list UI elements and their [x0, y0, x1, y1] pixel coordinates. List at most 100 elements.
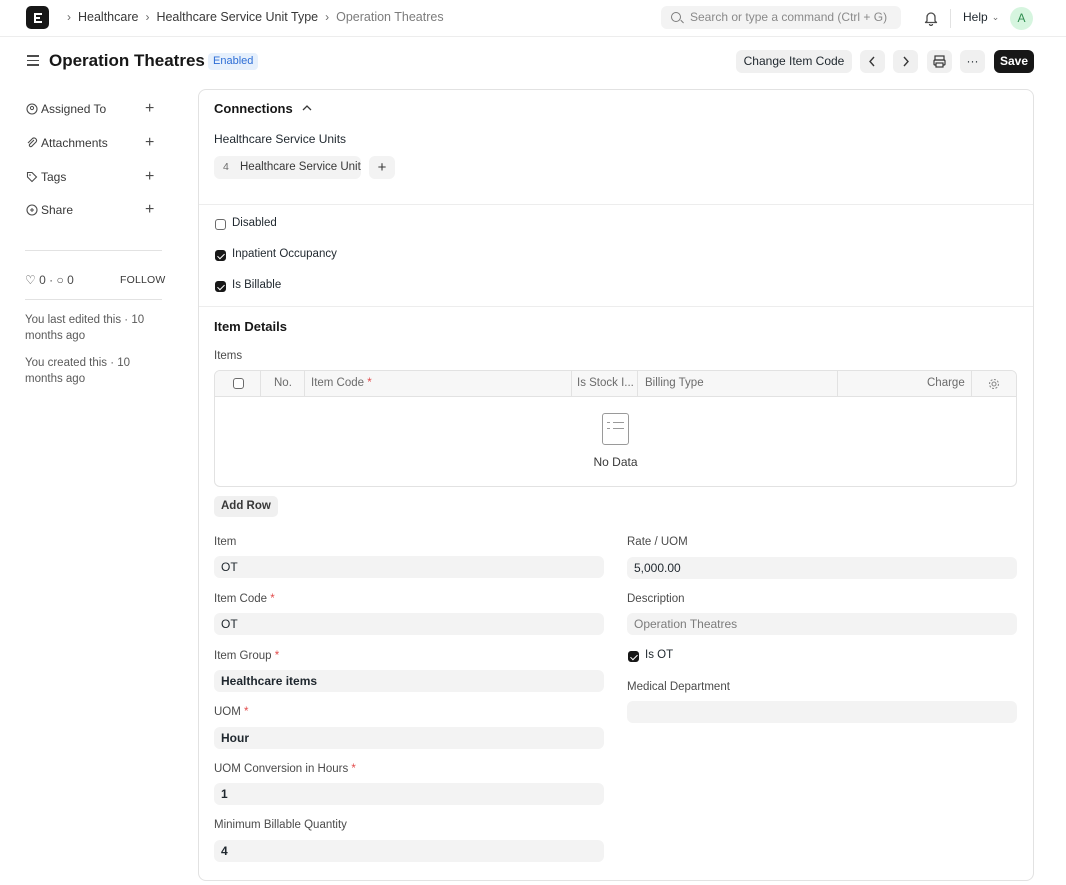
item-group-label-text: Item Group — [214, 650, 272, 662]
status-badge: Enabled — [208, 53, 259, 70]
required-marker: * — [267, 593, 275, 605]
share-icon — [26, 204, 38, 216]
is-billable-label: Is Billable — [232, 279, 282, 291]
sidebar-item-label: Attachments — [41, 136, 108, 150]
item-group-field[interactable]: Healthcare items — [214, 670, 604, 692]
search-icon — [671, 12, 681, 22]
add-connection-button[interactable]: + — [369, 156, 395, 179]
disabled-checkbox[interactable] — [215, 219, 226, 230]
column-header-item-code: Item Code * — [311, 377, 372, 389]
plus-icon[interactable]: + — [145, 100, 154, 118]
connections-title[interactable]: Connections — [214, 101, 314, 116]
description-label: Description — [627, 593, 685, 605]
disabled-label: Disabled — [232, 217, 277, 229]
more-actions-button[interactable]: ··· — [960, 50, 985, 73]
column-header-billing-type: Billing Type — [645, 377, 704, 389]
item-details-title: Item Details — [214, 319, 287, 334]
column-header-is-stock-item: Is Stock I... — [577, 377, 634, 389]
is-billable-checkbox[interactable] — [215, 281, 226, 292]
user-plus-icon — [26, 103, 38, 115]
uom-field[interactable]: Hour — [214, 727, 604, 749]
section-divider — [199, 306, 1033, 307]
is-ot-checkbox[interactable] — [628, 651, 639, 662]
last-edited-text: You last edited this · 10 months ago — [25, 314, 145, 342]
inpatient-occupancy-label: Inpatient Occupancy — [232, 248, 337, 260]
select-all-checkbox[interactable] — [233, 378, 244, 389]
uom-conversion-field[interactable]: 1 — [214, 783, 604, 805]
comments-count: 0 — [67, 273, 74, 287]
comment-icon[interactable]: ○ — [56, 273, 63, 287]
bell-icon[interactable] — [924, 10, 938, 26]
uom-label: UOM * — [214, 706, 249, 718]
navbar-divider — [950, 9, 951, 28]
items-table-label: Items — [214, 350, 243, 362]
required-marker: * — [364, 377, 372, 389]
app-logo[interactable] — [26, 6, 49, 29]
change-item-code-button[interactable]: Change Item Code — [736, 50, 852, 73]
heart-icon[interactable]: ♡ — [25, 273, 36, 287]
likes-count: 0 — [39, 273, 46, 287]
sidebar-item-share[interactable]: Share + — [25, 201, 165, 219]
follow-button[interactable]: FOLLOW — [120, 274, 166, 286]
healthcare-service-unit-link[interactable]: 4 Healthcare Service Unit — [214, 156, 361, 179]
column-divider — [571, 371, 572, 397]
print-button[interactable] — [927, 50, 952, 73]
sidebar-toggle-icon[interactable] — [27, 55, 39, 66]
add-row-button[interactable]: Add Row — [214, 496, 278, 517]
column-divider — [637, 371, 638, 397]
page-title: Operation Theatres — [49, 51, 205, 70]
top-navbar: › Healthcare › Healthcare Service Unit T… — [0, 0, 1066, 37]
items-table-header: No. Item Code * Is Stock I... Billing Ty… — [215, 371, 1016, 397]
column-divider — [837, 371, 838, 397]
uom-conversion-label-text: UOM Conversion in Hours — [214, 763, 349, 775]
printer-icon — [933, 55, 946, 68]
plus-icon: + — [377, 159, 387, 176]
min-billable-qty-field[interactable]: 4 — [214, 840, 604, 862]
chevron-right-icon: › — [325, 10, 330, 24]
item-code-field[interactable]: OT — [214, 613, 604, 635]
items-table: No. Item Code * Is Stock I... Billing Ty… — [214, 370, 1017, 487]
chevron-right-icon — [903, 56, 909, 67]
help-label: Help — [963, 10, 988, 24]
description-field[interactable]: Operation Theatres — [627, 613, 1017, 635]
column-divider — [304, 371, 305, 397]
connections-title-text: Connections — [214, 101, 293, 116]
column-divider — [971, 371, 972, 397]
tag-icon — [26, 171, 38, 183]
search-input[interactable]: Search or type a command (Ctrl + G) — [661, 6, 901, 29]
breadcrumb-current[interactable]: Operation Theatres — [336, 10, 443, 24]
inpatient-occupancy-checkbox[interactable] — [215, 250, 226, 261]
empty-list-icon — [602, 413, 629, 445]
breadcrumb-healthcare[interactable]: Healthcare — [78, 10, 138, 24]
sidebar-item-label: Assigned To — [41, 102, 107, 116]
avatar[interactable]: A — [1010, 7, 1033, 30]
breadcrumb-service-unit-type[interactable]: Healthcare Service Unit Type — [156, 10, 318, 24]
link-count: 4 — [223, 161, 229, 173]
item-code-label: Item Code * — [214, 593, 275, 605]
plus-icon[interactable]: + — [145, 168, 154, 186]
sidebar-item-tags[interactable]: Tags + — [25, 168, 165, 186]
required-marker: * — [240, 706, 249, 718]
column-header-item-code-text: Item Code — [311, 377, 365, 389]
save-button[interactable]: Save — [994, 50, 1034, 73]
sidebar-item-attachments[interactable]: Attachments + — [25, 134, 165, 152]
next-record-button[interactable] — [893, 50, 918, 73]
chevron-right-icon: › — [145, 10, 150, 24]
plus-icon[interactable]: + — [145, 201, 154, 219]
help-menu[interactable]: Help ⌄ — [963, 10, 999, 24]
no-data-text: No Data — [593, 455, 638, 469]
item-field[interactable]: OT — [214, 556, 604, 578]
medical-department-field[interactable] — [627, 701, 1017, 723]
min-billable-qty-label: Minimum Billable Quantity — [214, 819, 347, 831]
sidebar-item-label: Tags — [41, 170, 67, 184]
plus-icon[interactable]: + — [145, 134, 154, 152]
gear-icon[interactable] — [988, 378, 1000, 390]
required-marker: * — [271, 650, 280, 662]
chevron-down-icon: ⌄ — [991, 12, 1000, 22]
likes-comments: ♡ 0 · ○ 0 — [25, 273, 74, 287]
uom-label-text: UOM — [214, 706, 241, 718]
sidebar-item-assigned-to[interactable]: Assigned To + — [25, 100, 165, 118]
previous-record-button[interactable] — [860, 50, 885, 73]
rate-field[interactable]: 5,000.00 — [627, 557, 1017, 579]
uom-conversion-label: UOM Conversion in Hours * — [214, 763, 356, 775]
